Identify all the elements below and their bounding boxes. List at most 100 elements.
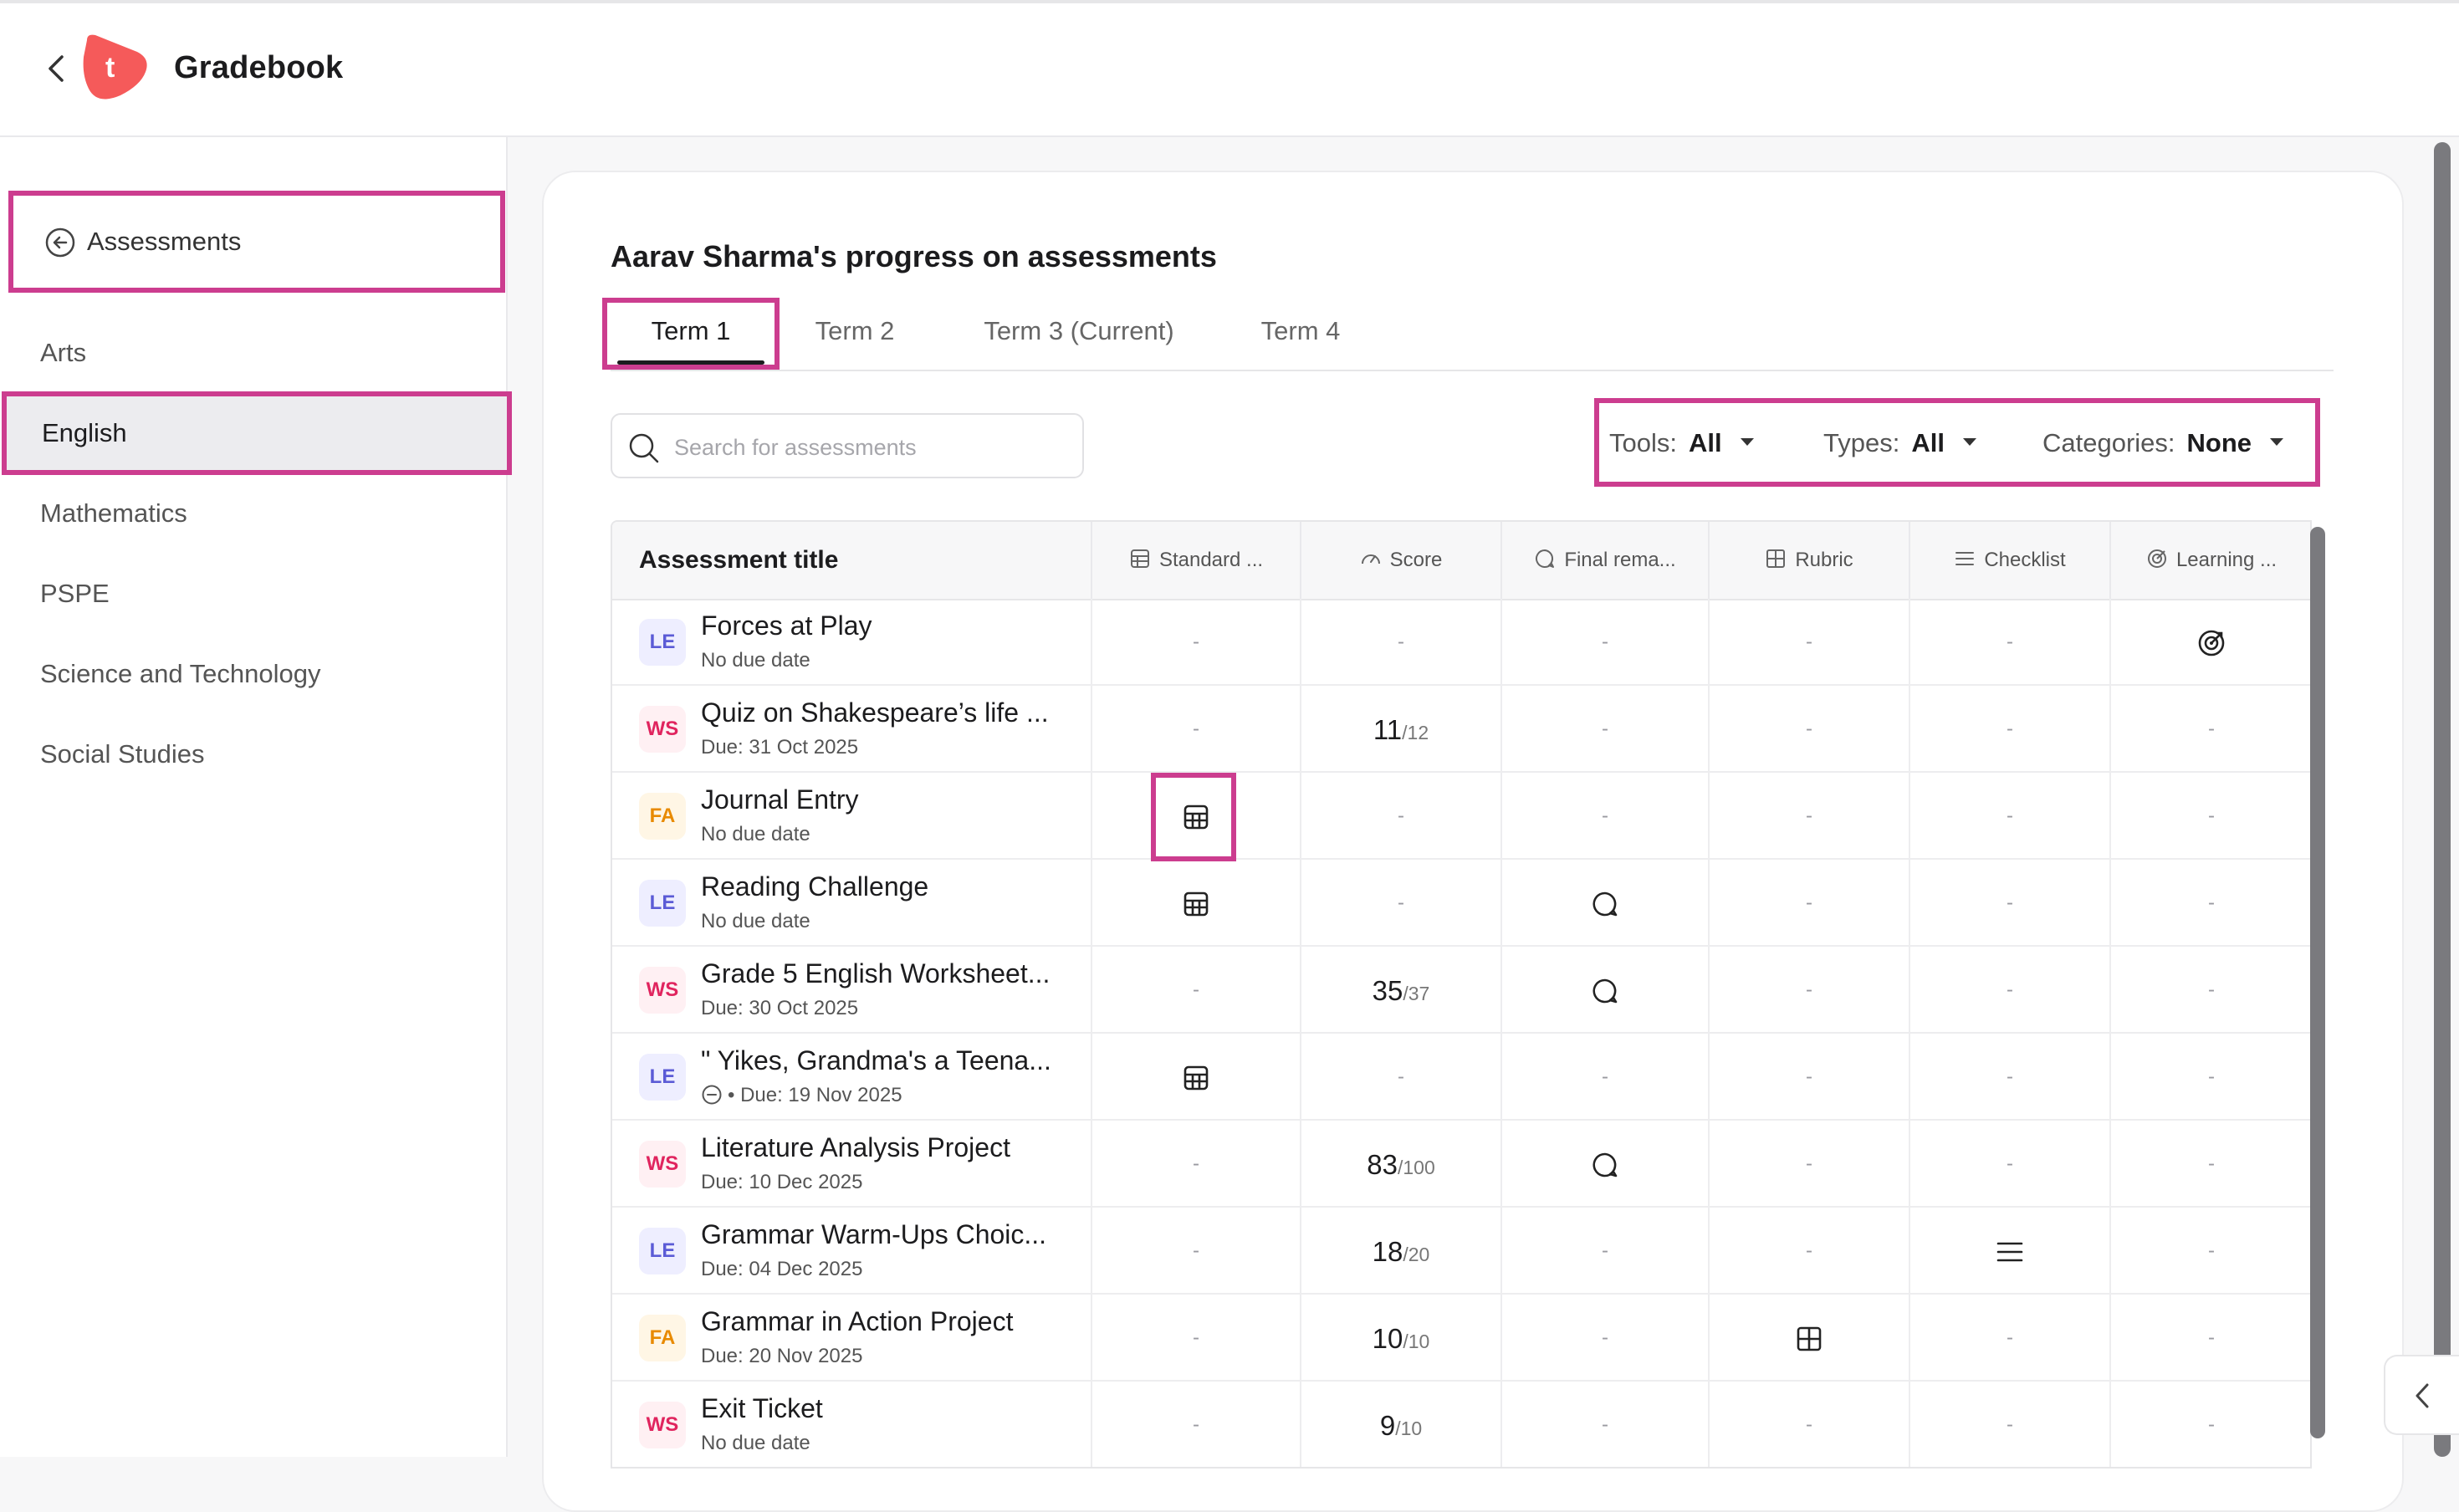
score-value[interactable]: 11/12: [1301, 714, 1500, 746]
assessment-title[interactable]: Forces at Play: [701, 610, 872, 641]
assessment-title[interactable]: Grammar in Action Project: [701, 1306, 1013, 1337]
empty-dash: -: [2208, 891, 2215, 914]
empty-dash: -: [1398, 891, 1404, 914]
search-input[interactable]: [672, 427, 1069, 468]
cell-checklist: [1910, 1208, 2111, 1293]
cell-learning: -: [2111, 1034, 2310, 1119]
cell-learning: -: [2111, 860, 2310, 945]
due-date-text: Due: 31 Oct 2025: [701, 736, 859, 759]
due-date-text: Due: 04 Dec 2025: [701, 1258, 863, 1280]
type-badge: FA: [639, 793, 686, 840]
empty-dash: -: [1193, 978, 1199, 1001]
comment-icon[interactable]: [1591, 890, 1619, 918]
column-header-standard[interactable]: Standard ...: [1092, 522, 1301, 599]
assessment-title[interactable]: Quiz on Shakespeare’s life ...: [701, 697, 1049, 728]
chevron-left-icon[interactable]: [42, 52, 72, 85]
empty-dash: -: [1193, 1239, 1199, 1262]
tab-term-1[interactable]: Term 1: [602, 298, 780, 370]
cell-standard: -: [1092, 1295, 1301, 1380]
column-header-score[interactable]: Score: [1301, 522, 1502, 599]
empty-dash: -: [2007, 1065, 2013, 1088]
page-scrollbar[interactable]: [2434, 142, 2451, 1457]
table-icon[interactable]: [1182, 890, 1210, 918]
tab-term-2[interactable]: Term 2: [796, 298, 913, 370]
table-row: WS Exit Ticket No due date - 9/10 - - - -: [612, 1382, 2310, 1467]
categories-filter-dropdown[interactable]: Categories: None: [2042, 428, 2284, 458]
cell-final: -: [1502, 773, 1710, 858]
score-value[interactable]: 83/100: [1301, 1149, 1500, 1181]
empty-dash: -: [1602, 1239, 1608, 1262]
score-number: 83: [1367, 1149, 1398, 1180]
score-value[interactable]: 35/37: [1301, 975, 1500, 1007]
empty-dash: -: [1806, 1239, 1812, 1262]
sidebar-item-arts[interactable]: Arts: [0, 314, 512, 391]
sidebar-item-science-and-technology[interactable]: Science and Technology: [0, 636, 512, 713]
column-header-final-remarks[interactable]: Final rema...: [1502, 522, 1710, 599]
cell-title: FA Journal Entry No due date: [612, 773, 1092, 858]
cell-rubric: -: [1710, 599, 1910, 684]
empty-dash: -: [1602, 631, 1608, 653]
table-scrollbar[interactable]: [2310, 527, 2325, 1438]
sidebar-item-english[interactable]: English: [2, 391, 512, 475]
column-header-learning[interactable]: Learning ...: [2111, 522, 2310, 599]
tab-term-3-current[interactable]: Term 3 (Current): [962, 298, 1196, 370]
assessment-title[interactable]: Literature Analysis Project: [701, 1132, 1010, 1163]
assessment-title[interactable]: Reading Challenge: [701, 871, 928, 902]
assessment-title[interactable]: " Yikes, Grandma's a Teena...: [701, 1045, 1051, 1076]
cell-score: 11/12: [1301, 686, 1502, 771]
sidebar-item-mathematics[interactable]: Mathematics: [0, 475, 512, 552]
tools-filter-dropdown[interactable]: Tools: All: [1609, 428, 1754, 458]
assessment-title[interactable]: Journal Entry: [701, 784, 859, 815]
cell-checklist: -: [1910, 599, 2111, 684]
back-to-assessments-button[interactable]: Assessments: [8, 191, 505, 293]
comment-icon[interactable]: [1591, 977, 1619, 1005]
tab-term-4[interactable]: Term 4: [1246, 298, 1355, 370]
cell-rubric: -: [1710, 1121, 1910, 1206]
table-icon[interactable]: [1182, 1064, 1210, 1092]
collapse-panel-button[interactable]: [2384, 1355, 2459, 1435]
score-total: /37: [1403, 983, 1430, 1004]
cell-rubric: -: [1710, 1034, 1910, 1119]
assessment-title[interactable]: Grade 5 English Worksheet...: [701, 958, 1050, 989]
page-title: Aarav Sharma's progress on assessments: [611, 239, 1217, 273]
due-date: No due date: [701, 1432, 810, 1455]
empty-dash: -: [1602, 718, 1608, 740]
tabs-divider: [611, 370, 2334, 371]
empty-dash: -: [1398, 1065, 1404, 1088]
target-icon[interactable]: [2197, 629, 2226, 657]
score-number: 35: [1372, 975, 1403, 1006]
due-date: Due: 10 Dec 2025: [701, 1171, 862, 1194]
score-value[interactable]: 10/10: [1301, 1323, 1500, 1355]
column-header-rubric[interactable]: Rubric: [1710, 522, 1910, 599]
column-header-label: Learning ...: [2175, 549, 2278, 571]
cell-standard: [1092, 1034, 1301, 1119]
assessment-title[interactable]: Exit Ticket: [701, 1393, 823, 1424]
score-value[interactable]: 9/10: [1301, 1410, 1500, 1442]
sidebar-item-pspe[interactable]: PSPE: [0, 555, 512, 632]
comment-icon[interactable]: [1591, 1151, 1619, 1179]
column-header-title[interactable]: Assessment title: [612, 522, 1092, 599]
cell-final: -: [1502, 1382, 1710, 1467]
type-badge: LE: [639, 1054, 686, 1101]
empty-dash: -: [1806, 805, 1812, 827]
grid-icon[interactable]: [1795, 1325, 1823, 1353]
score-value[interactable]: 18/20: [1301, 1236, 1500, 1268]
grid-icon: [1766, 549, 1786, 568]
cell-standard: -: [1092, 1382, 1301, 1467]
list-icon[interactable]: [1996, 1238, 2024, 1266]
empty-dash: -: [1806, 891, 1812, 914]
empty-dash: -: [1806, 1065, 1812, 1088]
types-filter-dropdown[interactable]: Types: All: [1823, 428, 1976, 458]
cell-score: 83/100: [1301, 1121, 1502, 1206]
cell-score: -: [1301, 773, 1502, 858]
assessment-title[interactable]: Grammar Warm-Ups Choic...: [701, 1219, 1046, 1250]
arrow-left-circle-icon: [45, 227, 75, 258]
score-total: /100: [1397, 1157, 1435, 1178]
cell-learning: -: [2111, 1208, 2310, 1293]
due-date-text: Due: 10 Dec 2025: [701, 1171, 863, 1193]
empty-dash: -: [1193, 718, 1199, 740]
sidebar-item-social-studies[interactable]: Social Studies: [0, 716, 512, 793]
column-header-checklist[interactable]: Checklist: [1910, 522, 2111, 599]
types-filter-label: Types:: [1823, 428, 1900, 457]
empty-dash: -: [2007, 718, 2013, 740]
